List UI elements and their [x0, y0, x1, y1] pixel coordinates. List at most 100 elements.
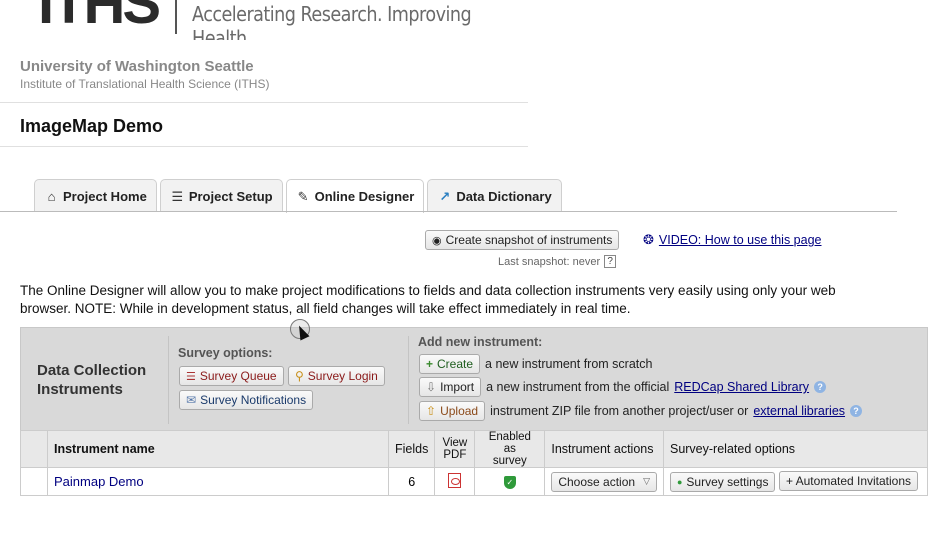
table-header-row: Instrument name Fields View PDF Enabled … [20, 430, 929, 468]
survey-options-label: Survey options: [178, 346, 273, 360]
header-view-pdf-line1: View [442, 437, 468, 449]
import-label: Import [440, 380, 475, 394]
header-enabled-line1: Enabled as [488, 431, 531, 455]
upload-text: instrument ZIP file from another project… [490, 404, 749, 418]
survey-settings-button[interactable]: ● Survey settings [669, 472, 776, 492]
panel-title: Data Collection Instruments [37, 361, 146, 399]
last-snapshot: Last snapshot: never ? [498, 255, 617, 268]
divider [408, 336, 409, 424]
header-fields: Fields [387, 430, 436, 468]
shield-check-icon: ✓ [503, 476, 516, 489]
divider [0, 146, 528, 147]
brand-divider [175, 0, 177, 34]
plus-icon: + [426, 357, 434, 371]
header-view-pdf: View PDF [434, 430, 476, 468]
survey-notifications-label: Survey Notifications [200, 393, 307, 407]
last-snapshot-text: Last snapshot: never [498, 255, 601, 268]
tab-label: Online Designer [314, 189, 415, 204]
survey-notifications-button[interactable]: ✉ Survey Notifications [179, 390, 314, 410]
intro-text: The Online Designer will allow you to ma… [20, 283, 836, 316]
survey-settings-label: Survey settings [686, 475, 769, 489]
create-text: a new instrument from scratch [485, 357, 653, 371]
panel-title-line2: Instruments [37, 381, 123, 398]
header-view-pdf-line2: PDF [443, 449, 467, 461]
header-survey-options: Survey-related options [662, 430, 929, 468]
divider [168, 336, 169, 424]
table-row: Painmap Demo 6 ✓ Choose action ▽ ● Surve… [20, 467, 929, 496]
project-title: ImageMap Demo [20, 116, 164, 136]
create-row: + Create a new instrument from scratch [419, 354, 652, 374]
import-text: a new instrument from the official [486, 380, 670, 394]
chevron-down-icon: ▽ [643, 476, 650, 486]
video-link[interactable]: ❂ VIDEO: How to use this page [643, 232, 822, 248]
fields-count: 6 [387, 467, 436, 496]
film-reel-icon: ❂ [643, 232, 654, 247]
survey-queue-button[interactable]: ☰ Survey Queue [179, 366, 284, 386]
import-instrument-button[interactable]: ⇩ Import [419, 377, 482, 397]
brand-tagline: Accelerating Research. Improving Health. [192, 2, 472, 40]
redcap-shared-library-link[interactable]: REDCap Shared Library [674, 380, 809, 394]
tab-data-dictionary[interactable]: ↗ Data Dictionary [427, 179, 562, 212]
survey-login-label: Survey Login [307, 369, 378, 383]
create-snapshot-button[interactable]: ◉ Create snapshot of instruments [425, 230, 620, 250]
help-button[interactable]: ? [604, 255, 617, 268]
upload-icon: ⇧ [426, 404, 437, 418]
tab-label: Project Setup [188, 188, 273, 204]
download-icon: ⇩ [426, 380, 437, 394]
tab-label: Data Dictionary [456, 188, 552, 204]
create-snapshot-label: Create snapshot of instruments [445, 233, 613, 247]
tab-label: Project Home [63, 188, 147, 204]
pdf-icon[interactable] [448, 472, 462, 488]
create-label: Create [437, 357, 474, 371]
upload-label: Upload [440, 404, 479, 418]
header-instrument-name: Instrument name [47, 430, 389, 468]
upload-row: ⇧ Upload instrument ZIP file from anothe… [419, 401, 863, 421]
instrument-actions-cell: Choose action ▽ [544, 467, 664, 496]
brand-logo: ITHS [38, 0, 161, 36]
designer-icon: ✎ [297, 189, 309, 204]
dictionary-icon: ↗ [439, 188, 451, 204]
tab-project-home[interactable]: ⌂ Project Home [34, 179, 157, 212]
drag-column-header [20, 430, 48, 468]
help-icon[interactable]: ? [850, 405, 863, 417]
list-icon: ☰ [186, 370, 196, 383]
header-enabled-line2: survey [492, 455, 527, 467]
checklist-icon: ☰ [171, 188, 184, 204]
institution-name: University of Washington Seattle [20, 58, 254, 75]
key-icon: ⚲ [295, 369, 304, 383]
divider [0, 102, 528, 103]
instrument-name-link[interactable]: Painmap Demo [47, 467, 389, 496]
create-instrument-button[interactable]: + Create [419, 354, 481, 374]
camera-icon: ◉ [432, 234, 442, 247]
brand-banner: ITHS Accelerating Research. Improving He… [0, 0, 560, 40]
check-circle-icon: ● [676, 477, 683, 487]
tab-project-setup[interactable]: ☰ Project Setup [159, 179, 283, 212]
panel-title-line1: Data Collection [37, 362, 147, 379]
header-instrument-actions: Instrument actions [544, 430, 664, 468]
upload-instrument-button[interactable]: ⇧ Upload [419, 401, 486, 421]
survey-options-cell: ● Survey settings + Automated Invitation… [662, 467, 929, 496]
help-icon[interactable]: ? [814, 381, 827, 393]
envelope-icon: ✉ [186, 393, 197, 407]
import-row: ⇩ Import a new instrument from the offic… [419, 377, 827, 397]
add-instrument-label: Add new instrument: [418, 335, 543, 349]
enabled-survey-cell: ✓ [474, 467, 546, 496]
institution-subtitle: Institute of Translational Health Scienc… [20, 77, 270, 91]
view-pdf-cell [434, 467, 476, 496]
header-enabled-survey: Enabled as survey [474, 430, 546, 468]
project-tabs: ⌂ Project Home ☰ Project Setup ✎ Online … [34, 179, 562, 213]
survey-queue-label: Survey Queue [199, 369, 277, 383]
instruments-table: Instrument name Fields View PDF Enabled … [20, 430, 929, 496]
automated-invitations-button[interactable]: + Automated Invitations [778, 471, 919, 491]
video-link-text: VIDEO: How to use this page [658, 233, 822, 247]
drag-handle[interactable] [20, 467, 48, 496]
choose-action-label: Choose action [558, 474, 636, 489]
tab-underline [0, 211, 897, 212]
home-icon: ⌂ [47, 188, 56, 204]
instruments-panel: Data Collection Instruments Survey optio… [20, 327, 928, 431]
survey-login-button[interactable]: ⚲ Survey Login [288, 366, 385, 386]
choose-action-button[interactable]: Choose action ▽ [551, 471, 657, 492]
automated-invitations-label: + Automated Invitations [785, 474, 912, 488]
external-libraries-link[interactable]: external libraries [753, 404, 845, 418]
tab-online-designer[interactable]: ✎ Online Designer [285, 179, 425, 213]
